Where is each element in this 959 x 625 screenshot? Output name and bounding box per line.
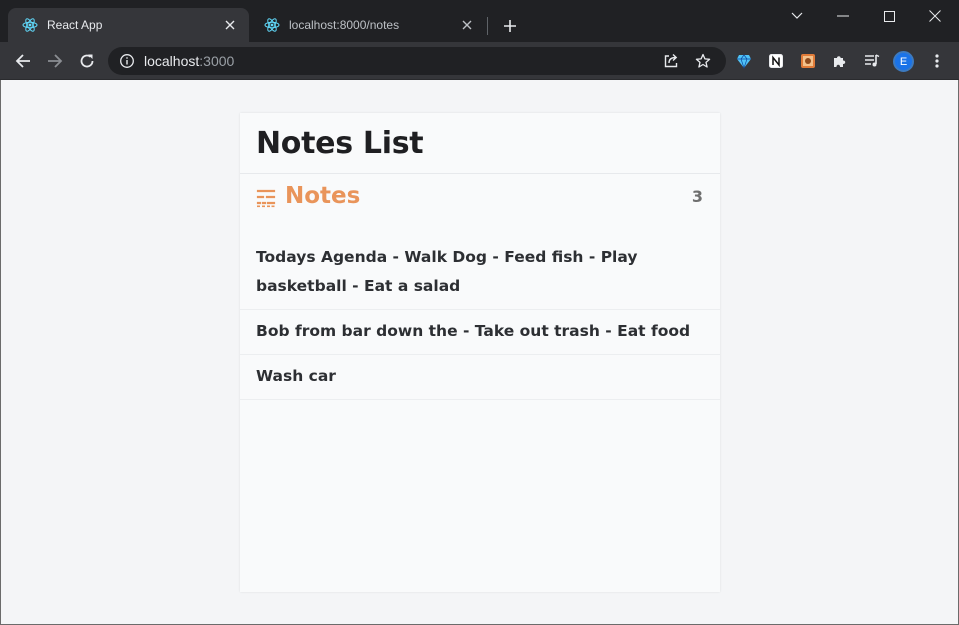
- plus-icon[interactable]: [500, 16, 520, 36]
- chevron-down-icon[interactable]: [774, 0, 820, 32]
- star-icon[interactable]: [694, 52, 712, 70]
- share-icon[interactable]: [662, 52, 680, 70]
- react-favicon-icon: [22, 17, 38, 33]
- notes-count: 3: [691, 187, 703, 206]
- window-border: [0, 80, 1, 625]
- tab-title: React App: [47, 18, 103, 32]
- menu-dots-icon[interactable]: [928, 52, 946, 70]
- browser-toolbar: localhost:3000 E: [0, 42, 959, 80]
- notes-list: Todays Agenda - Walk Dog - Feed fish - P…: [240, 234, 720, 400]
- maximize-icon[interactable]: [866, 0, 912, 32]
- extension-image-icon[interactable]: [799, 52, 817, 70]
- back-icon[interactable]: [11, 49, 35, 73]
- puzzle-icon[interactable]: [831, 52, 849, 70]
- avatar[interactable]: E: [893, 51, 914, 72]
- minimize-icon[interactable]: [820, 0, 866, 32]
- url-host: localhost: [144, 53, 200, 69]
- close-icon[interactable]: [458, 16, 476, 34]
- extension-gem-icon[interactable]: [735, 52, 753, 70]
- window-close-icon[interactable]: [912, 0, 958, 32]
- tab-title: localhost:8000/notes: [289, 18, 400, 32]
- url-port: :3000: [199, 53, 235, 69]
- forward-icon[interactable]: [43, 49, 67, 73]
- notes-section-header: Notes 3: [240, 174, 720, 234]
- list-item[interactable]: Todays Agenda - Walk Dog - Feed fish - P…: [240, 234, 720, 310]
- close-icon[interactable]: [221, 16, 239, 34]
- tab-notes-api[interactable]: localhost:8000/notes: [250, 8, 486, 42]
- notion-icon[interactable]: [767, 52, 785, 70]
- notes-list-icon: [256, 188, 276, 208]
- media-queue-icon[interactable]: [863, 52, 881, 70]
- tab-react-app[interactable]: React App: [8, 8, 249, 42]
- list-item[interactable]: Bob from bar down the - Take out trash -…: [240, 310, 720, 355]
- info-icon[interactable]: [119, 53, 135, 69]
- url-text: localhost:3000: [144, 53, 234, 69]
- reload-icon[interactable]: [75, 49, 99, 73]
- notes-header: Notes List: [240, 113, 720, 174]
- react-favicon-icon: [264, 17, 280, 33]
- notes-label: Notes: [285, 183, 361, 209]
- tab-separator: [487, 17, 488, 35]
- list-item[interactable]: Wash car: [240, 355, 720, 400]
- address-bar[interactable]: localhost:3000: [108, 47, 726, 75]
- notes-card: Notes List Notes 3 Todays Agenda - Walk …: [240, 113, 720, 592]
- browser-titlebar: React App localhost:8000/notes: [0, 0, 959, 42]
- page-title: Notes List: [256, 125, 424, 161]
